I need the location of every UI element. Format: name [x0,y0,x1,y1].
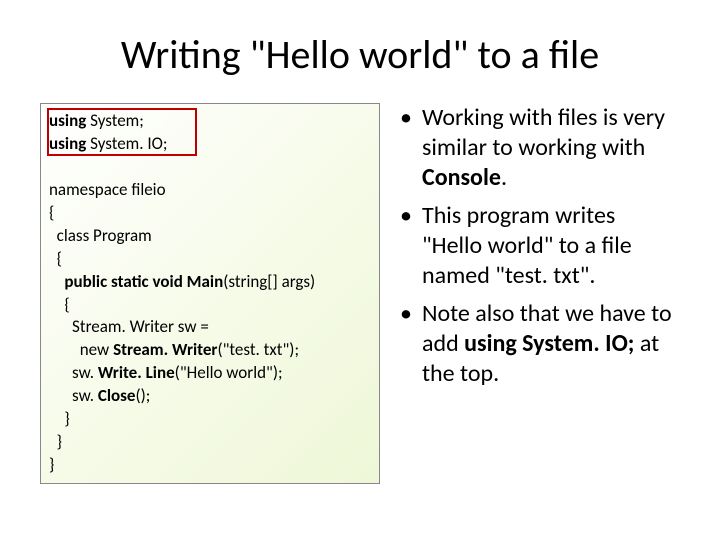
code-box: using System; using System. IO; namespac… [40,103,380,484]
bullet-item: Working with files is very similar to wo… [400,103,680,193]
code-line: Stream. Writer sw = [49,316,371,339]
code-text: new [49,339,113,360]
bullet-list: Working with files is very similar to wo… [400,103,680,389]
code-line: using System. IO; [49,133,371,156]
code-line: } [49,431,371,454]
code-text: System. IO; [86,133,167,154]
slide-title: Writing "Hello world" to a file [40,30,680,79]
code-text: System; [86,110,144,131]
bullet-item: Note also that we have to add using Syst… [400,299,680,389]
bullet-column: Working with files is very similar to wo… [400,103,680,484]
code-line: new Stream. Writer("test. txt"); [49,339,371,362]
bullet-text: This program writes "Hello world" to a f… [422,201,632,290]
keyword-using: using [49,110,86,131]
code-line: { [49,248,371,271]
method-name: Write. Line [98,362,175,383]
keyword-using: using [49,133,86,154]
code-text: (); [135,385,150,406]
bullet-text: . [501,163,507,192]
code-text: ("test. txt"); [217,339,299,360]
code-line: using System; [49,110,371,133]
slide: Writing "Hello world" to a file using Sy… [0,0,720,540]
bullet-bold: Console [422,163,501,192]
code-text: ("Hello world"); [175,362,283,383]
code-line: { [49,202,371,225]
code-line: class Program [49,225,371,248]
code-line: namespace fileio [49,179,371,202]
content-row: using System; using System. IO; namespac… [40,103,680,484]
code-line: public static void Main(string[] args) [49,271,371,294]
bullet-item: This program writes "Hello world" to a f… [400,201,680,291]
code-blank-line [49,156,371,179]
code-line: { [49,294,371,317]
method-signature: public static void Main [49,271,223,292]
bullet-text: Working with files is very similar to wo… [422,103,665,162]
bullet-bold: using System. IO; [464,329,634,358]
code-text: sw. [49,385,98,406]
code-text: sw. [49,362,98,383]
method-name: Close [98,385,136,406]
code-line: sw. Close(); [49,385,371,408]
code-line: } [49,408,371,431]
code-line: } [49,454,371,477]
code-line: sw. Write. Line("Hello world"); [49,362,371,385]
type-name: Stream. Writer [113,339,217,360]
code-text: (string[] args) [223,271,315,292]
